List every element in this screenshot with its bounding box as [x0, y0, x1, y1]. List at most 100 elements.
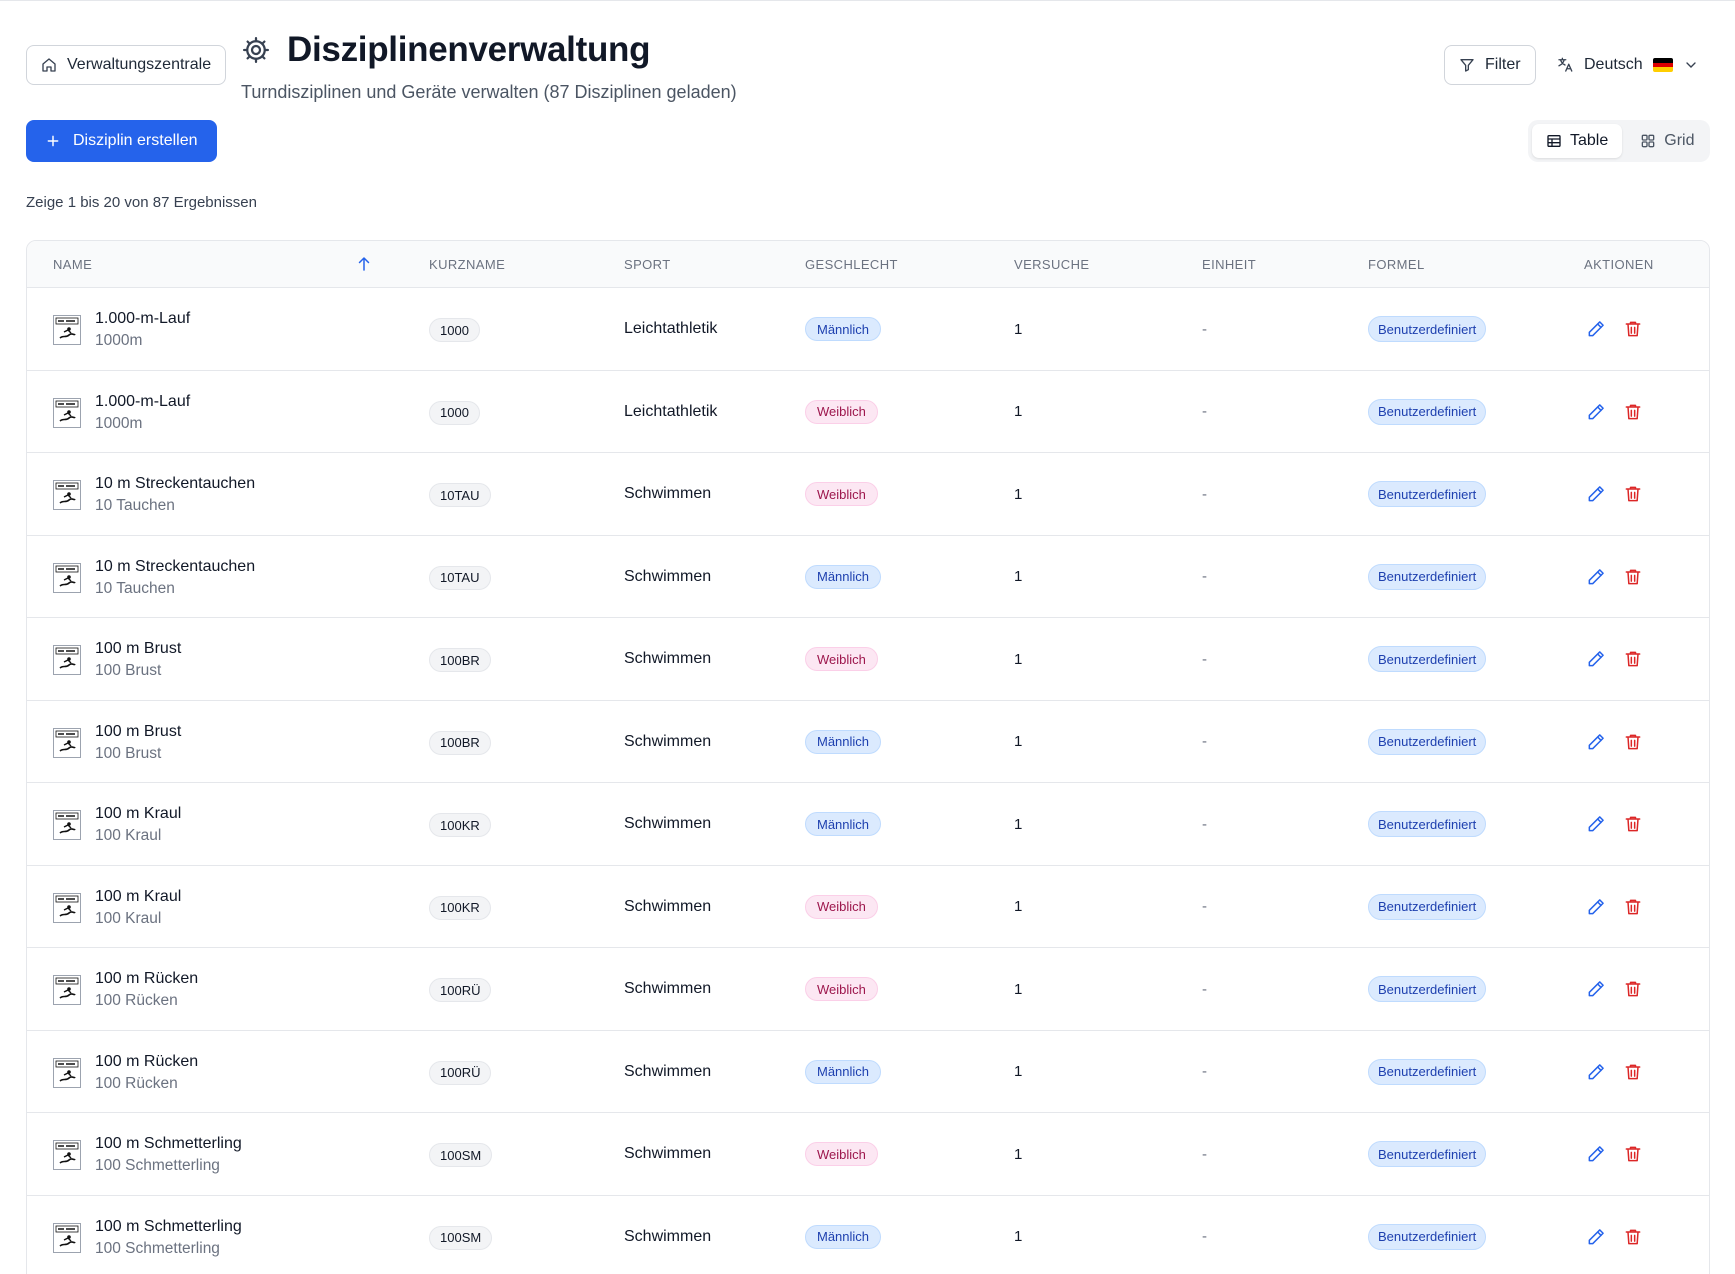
- view-table-button[interactable]: Table: [1532, 124, 1623, 158]
- disciplines-table: Name Kurzname Sport Geschlecht Versuche …: [26, 240, 1710, 1274]
- gender-badge: Weiblich: [805, 399, 878, 424]
- unit-cell: -: [1202, 403, 1207, 420]
- table-row[interactable]: 10 m Streckentauchen 10 Tauchen 10TAU Sc…: [27, 535, 1709, 618]
- tries-cell: 1: [1014, 815, 1023, 833]
- formula-badge: Benutzerdefiniert: [1368, 646, 1487, 672]
- gender-badge: Männlich: [805, 317, 882, 341]
- create-discipline-button[interactable]: Disziplin erstellen: [26, 120, 217, 162]
- trash-icon[interactable]: [1623, 1144, 1643, 1164]
- gender-badge: Männlich: [805, 564, 882, 589]
- gender-badge: Weiblich: [805, 647, 878, 671]
- table-row[interactable]: 1.000-m-Lauf 1000m 1000 Leichtathletik M…: [27, 288, 1709, 371]
- discipline-pictogram-icon: [53, 315, 81, 345]
- sport-cell: Schwimmen: [624, 980, 712, 997]
- shortname-badge: 100SM: [429, 1225, 493, 1250]
- gender-badge: Männlich: [805, 729, 882, 754]
- formula-badge: Benutzerdefiniert: [1368, 1058, 1487, 1085]
- discipline-pictogram-icon: [53, 1057, 81, 1088]
- discipline-pictogram-icon: [53, 1140, 81, 1170]
- view-table-label: Table: [1570, 132, 1609, 149]
- home-button[interactable]: Verwaltungszentrale: [26, 45, 227, 85]
- shortname-badge: 100KR: [429, 895, 491, 920]
- translate-icon: [1558, 57, 1573, 72]
- pencil-icon[interactable]: [1586, 1227, 1606, 1247]
- pencil-icon[interactable]: [1586, 319, 1606, 339]
- table-row[interactable]: 100 m Rücken 100 Rücken 100RÜ Schwimmen …: [27, 948, 1709, 1031]
- gender-badge: Männlich: [805, 1224, 882, 1249]
- unit-cell: -: [1202, 733, 1207, 750]
- discipline-subname: 10 Tauchen: [95, 579, 175, 597]
- discipline-pictogram-icon: [53, 397, 81, 428]
- language-selector[interactable]: Deutsch: [1556, 45, 1699, 85]
- pencil-icon[interactable]: [1586, 897, 1606, 917]
- trash-icon[interactable]: [1623, 979, 1643, 999]
- sport-cell: Schwimmen: [624, 650, 712, 667]
- trash-icon[interactable]: [1623, 649, 1643, 669]
- table-row[interactable]: 10 m Streckentauchen 10 Tauchen 10TAU Sc…: [27, 453, 1709, 536]
- trash-icon[interactable]: [1623, 732, 1643, 752]
- trash-icon[interactable]: [1623, 1062, 1643, 1082]
- tries-cell: 1: [1014, 1228, 1023, 1245]
- filter-button[interactable]: Filter: [1444, 45, 1536, 85]
- trash-icon[interactable]: [1623, 567, 1643, 587]
- trash-icon[interactable]: [1623, 402, 1643, 422]
- column-header-kurzname: Kurzname: [429, 257, 506, 272]
- table-row[interactable]: 100 m Rücken 100 Rücken 100RÜ Schwimmen …: [27, 1030, 1709, 1113]
- table-row[interactable]: 100 m Kraul 100 Kraul 100KR Schwimmen Mä…: [27, 783, 1709, 866]
- pencil-icon[interactable]: [1586, 814, 1606, 834]
- trash-icon[interactable]: [1623, 814, 1643, 834]
- discipline-subname: 100 Rücken: [95, 992, 178, 1009]
- pencil-icon[interactable]: [1586, 484, 1606, 504]
- sport-cell: Schwimmen: [624, 732, 712, 750]
- unit-cell: -: [1202, 980, 1207, 998]
- trash-icon[interactable]: [1623, 484, 1643, 504]
- formula-badge: Benutzerdefiniert: [1368, 976, 1487, 1002]
- table-row[interactable]: 100 m Brust 100 Brust 100BR Schwimmen We…: [27, 618, 1709, 701]
- pencil-icon[interactable]: [1586, 1144, 1606, 1164]
- gear-icon: [243, 37, 269, 63]
- discipline-pictogram-icon: [53, 645, 81, 675]
- discipline-subname: 100 Kraul: [95, 909, 162, 927]
- discipline-pictogram-icon: [53, 892, 81, 923]
- table-row[interactable]: 100 m Schmetterling 100 Schmetterling 10…: [27, 1113, 1709, 1196]
- discipline-name: 10 m Streckentauchen: [95, 475, 256, 492]
- plus-icon: [47, 135, 59, 147]
- sort-ascending-icon[interactable]: [355, 254, 373, 274]
- view-grid-button[interactable]: Grid: [1626, 124, 1708, 158]
- pencil-icon[interactable]: [1586, 402, 1606, 422]
- column-header-name[interactable]: Name: [53, 241, 92, 288]
- table-row[interactable]: 100 m Kraul 100 Kraul 100KR Schwimmen We…: [27, 865, 1709, 948]
- table-icon: [1547, 135, 1561, 147]
- sport-cell: Schwimmen: [624, 567, 712, 585]
- sport-cell: Schwimmen: [624, 815, 712, 832]
- table-header: Name Kurzname Sport Geschlecht Versuche …: [27, 241, 1709, 288]
- table-row[interactable]: 1.000-m-Lauf 1000m 1000 Leichtathletik W…: [27, 370, 1709, 453]
- discipline-name: 100 m Kraul: [95, 805, 182, 822]
- page-header: Verwaltungszentrale Disziplinenverwaltun…: [26, 28, 1710, 108]
- table-row[interactable]: 100 m Brust 100 Brust 100BR Schwimmen Mä…: [27, 700, 1709, 783]
- discipline-name: 100 m Schmetterling: [95, 1217, 242, 1235]
- discipline-subname: 100 Kraul: [95, 827, 162, 844]
- unit-cell: -: [1202, 1145, 1207, 1163]
- discipline-pictogram-icon: [53, 975, 81, 1005]
- column-header-einheit: Einheit: [1202, 257, 1257, 272]
- tries-cell: 1: [1014, 733, 1023, 750]
- trash-icon[interactable]: [1623, 319, 1643, 339]
- tries-cell: 1: [1014, 403, 1023, 420]
- unit-cell: -: [1202, 898, 1207, 915]
- trash-icon[interactable]: [1623, 897, 1643, 917]
- unit-cell: -: [1202, 815, 1207, 833]
- pencil-icon[interactable]: [1586, 1062, 1606, 1082]
- gender-badge: Männlich: [805, 812, 882, 836]
- discipline-pictogram-icon: [53, 1222, 81, 1253]
- column-header-formel: Formel: [1368, 257, 1425, 272]
- pencil-icon[interactable]: [1586, 567, 1606, 587]
- trash-icon[interactable]: [1623, 1227, 1643, 1247]
- shortname-badge: 100BR: [429, 730, 491, 755]
- sport-cell: Schwimmen: [624, 485, 712, 502]
- table-row[interactable]: 100 m Schmetterling 100 Schmetterling 10…: [27, 1195, 1709, 1274]
- chevron-down-icon: [1686, 62, 1696, 68]
- pencil-icon[interactable]: [1586, 732, 1606, 752]
- pencil-icon[interactable]: [1586, 979, 1606, 999]
- pencil-icon[interactable]: [1586, 649, 1606, 669]
